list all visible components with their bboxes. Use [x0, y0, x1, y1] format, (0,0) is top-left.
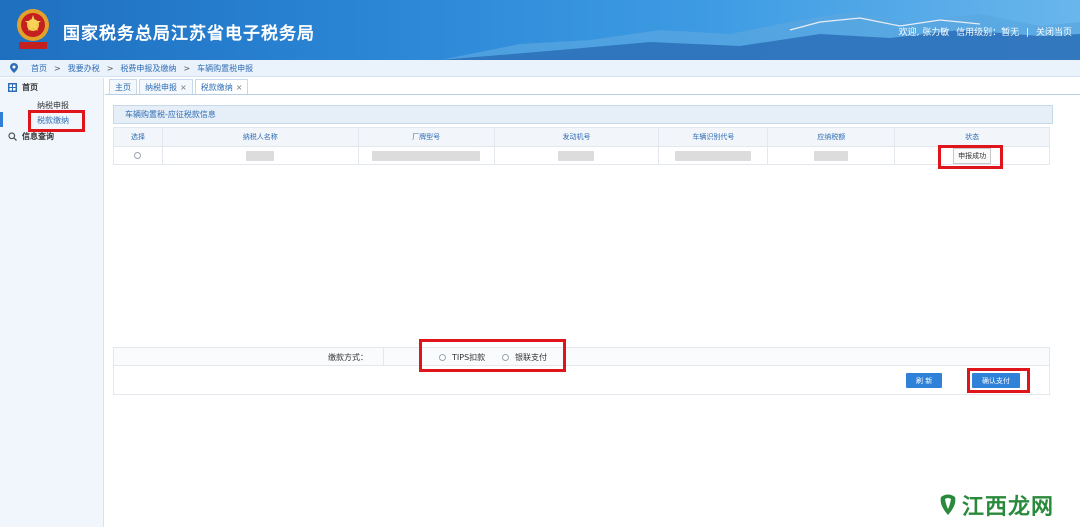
site-header: 国家税务总局江苏省电子税务局 欢迎, 张力敏 信用级别：暂无 | 关闭当页	[0, 0, 1080, 60]
sidebar-group-home[interactable]: 首页	[0, 79, 103, 95]
close-page-link[interactable]: 关闭当页	[1036, 28, 1072, 38]
action-row: 刷 新 确认支付	[113, 366, 1050, 395]
tab-bar: 主页 纳税申报 × 税款缴纳 ×	[105, 78, 1080, 95]
breadcrumb-item[interactable]: 我要办税	[68, 63, 100, 74]
payment-method-row: 缴款方式： TIPS扣款 银联支付	[113, 347, 1050, 366]
breadcrumb-sep: >	[183, 63, 191, 73]
redacted-value	[372, 150, 481, 161]
table-row[interactable]: 申报成功	[113, 146, 1050, 165]
payment-method-label: 缴款方式：	[328, 353, 368, 362]
sidebar: 首页 纳税申报 税款缴纳 信息查询	[0, 78, 104, 527]
column-header: 厂牌型号	[357, 127, 495, 147]
breadcrumb-sep: >	[54, 63, 61, 73]
vin-cell	[658, 146, 769, 165]
row-select-radio[interactable]	[134, 152, 142, 159]
highlight-box-sidebar	[28, 110, 85, 132]
column-header: 发动机号	[493, 127, 660, 147]
tab-tax-declaration[interactable]: 纳税申报 ×	[139, 79, 193, 94]
breadcrumb-item[interactable]: 首页	[31, 63, 47, 74]
site-title: 国家税务总局江苏省电子税务局	[63, 24, 315, 44]
sidebar-group-label: 信息查询	[22, 131, 54, 141]
column-header: 选择	[113, 127, 163, 147]
column-header: 纳税人名称	[161, 127, 359, 147]
taxpayer-name-cell	[161, 146, 359, 165]
tax-amount-cell	[767, 146, 896, 165]
breadcrumb: 首页 > 我要办税 > 税费申报及缴纳 > 车辆购置税申报	[0, 60, 1080, 77]
user-info: 欢迎, 张力敏 信用级别：暂无 | 关闭当页	[895, 25, 1072, 38]
search-icon	[8, 131, 17, 141]
table-header-row: 选择 纳税人名称 厂牌型号 发动机号 车辆识别代号 应纳税额 状态	[113, 127, 1050, 147]
breadcrumb-sep: >	[106, 63, 114, 73]
national-emblem-icon	[17, 9, 49, 49]
column-header: 状态	[894, 127, 1050, 147]
redacted-value	[246, 150, 275, 161]
sidebar-group-label: 首页	[22, 82, 38, 92]
redacted-value	[675, 150, 752, 161]
divider	[383, 348, 384, 365]
tab-label: 纳税申报	[145, 82, 177, 92]
column-header: 车辆识别代号	[658, 127, 769, 147]
select-cell[interactable]	[113, 146, 163, 165]
panel-title: 车辆购置税-应征税款信息	[113, 105, 1053, 124]
tab-label: 主页	[115, 82, 131, 92]
divider: |	[1026, 28, 1030, 38]
highlight-box-status	[938, 145, 1003, 169]
column-header: 应纳税额	[767, 127, 896, 147]
brand-model-cell	[357, 146, 495, 165]
breadcrumb-item[interactable]: 车辆购置税申报	[197, 63, 253, 74]
tab-home[interactable]: 主页	[109, 79, 137, 94]
welcome-text: 欢迎, 张力敏	[898, 28, 950, 38]
refresh-button[interactable]: 刷 新	[906, 373, 943, 388]
active-indicator	[0, 112, 3, 127]
watermark-logo-icon	[940, 494, 956, 515]
redacted-value	[558, 150, 595, 161]
tab-label: 税款缴纳	[200, 82, 233, 92]
tab-tax-payment[interactable]: 税款缴纳 ×	[194, 79, 249, 94]
highlight-box-confirm	[967, 368, 1030, 393]
redacted-value	[814, 150, 849, 161]
tax-info-table: 选择 纳税人名称 厂牌型号 发动机号 车辆识别代号 应纳税额 状态 申报成功	[113, 127, 1050, 165]
engine-number-cell	[493, 146, 660, 165]
breadcrumb-item[interactable]: 税费申报及缴纳	[120, 63, 176, 74]
watermark: 江西龙网	[938, 489, 1054, 521]
watermark-text: 江西龙网	[961, 495, 1054, 520]
credit-level: 信用级别：暂无	[956, 28, 1020, 38]
grid-icon	[8, 82, 17, 92]
location-pin-icon	[10, 63, 18, 73]
close-icon[interactable]: ×	[180, 83, 187, 92]
close-icon[interactable]: ×	[236, 83, 243, 92]
